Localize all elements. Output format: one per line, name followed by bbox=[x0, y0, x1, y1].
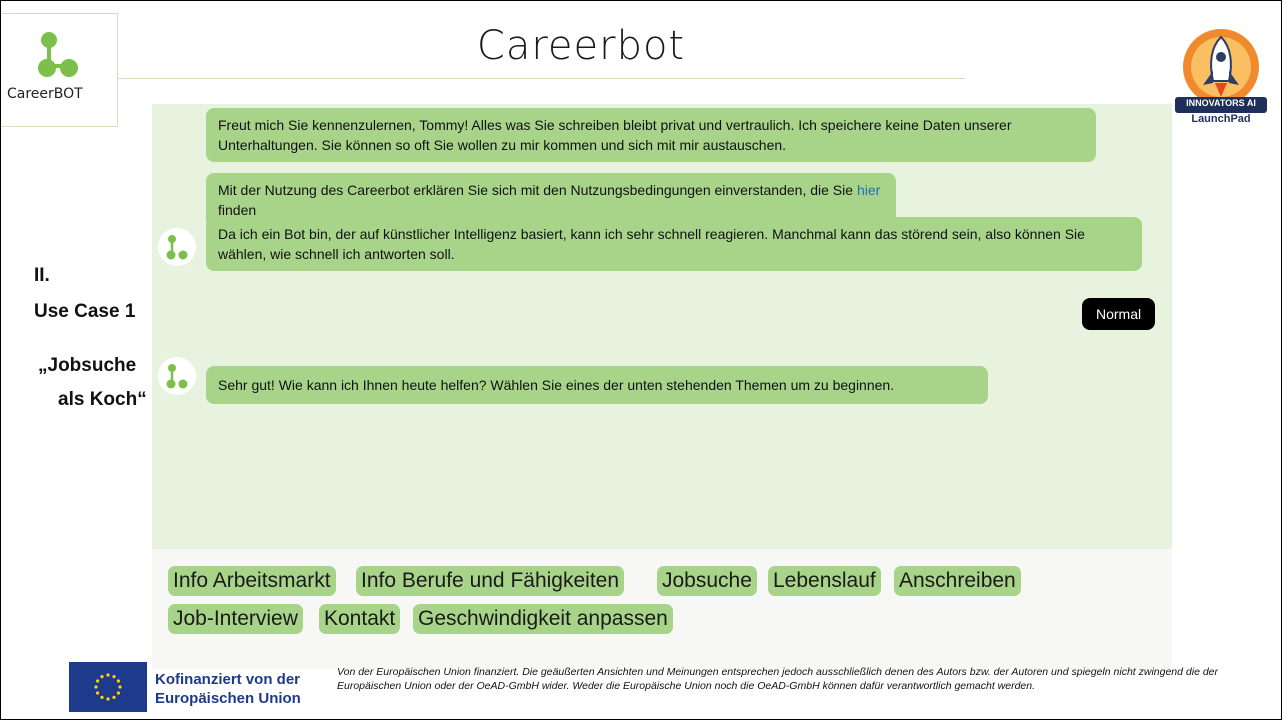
topic-button-job-interview[interactable]: Job-Interview bbox=[168, 604, 303, 634]
careerbot-molecule-icon bbox=[166, 235, 188, 260]
eu-funding-line-2: Europäischen Union bbox=[155, 690, 301, 707]
topic-button-jobsuche[interactable]: Jobsuche bbox=[657, 566, 757, 596]
topic-button-kontakt[interactable]: Kontakt bbox=[319, 604, 401, 634]
use-case-label: Use Case 1 bbox=[34, 301, 136, 322]
eu-disclaimer: Von der Europäischen Union finanziert. D… bbox=[337, 666, 1219, 692]
bot-message-text: finden bbox=[218, 202, 257, 218]
bot-message: Sehr gut! Wie kann ich Ihnen heute helfe… bbox=[206, 366, 988, 404]
user-reply-bubble: Normal bbox=[1082, 298, 1156, 330]
badge-title: INNOVATORS AI bbox=[1186, 98, 1256, 108]
innovators-ai-badge: INNOVATORS AI LaunchPad bbox=[1175, 25, 1267, 129]
topic-button-info-arbeitsmarkt[interactable]: Info Arbeitsmarkt bbox=[168, 566, 336, 596]
terms-link[interactable]: hier bbox=[857, 182, 880, 198]
careerbot-logo: CareerBOT bbox=[1, 13, 118, 127]
bot-message: Freut mich Sie kennenzulernen, Tommy! Al… bbox=[206, 108, 1096, 162]
bot-avatar bbox=[158, 228, 196, 266]
badge-subtitle: LaunchPad bbox=[1191, 113, 1251, 125]
careerbot-molecule-icon bbox=[38, 32, 78, 77]
bot-message-text: Da ich ein Bot bin, der auf künstlicher … bbox=[218, 226, 1085, 262]
page-title: Careerbot bbox=[476, 23, 686, 69]
chat-area[interactable]: Freut mich Sie kennenzulernen, Tommy! Al… bbox=[152, 104, 1172, 549]
topic-button-info-berufe[interactable]: Info Berufe und Fähigkeiten bbox=[356, 566, 625, 596]
bot-message-text: Sehr gut! Wie kann ich Ihnen heute helfe… bbox=[218, 377, 895, 393]
bot-message-text: Freut mich Sie kennenzulernen, Tommy! Al… bbox=[218, 117, 1012, 153]
bot-avatar bbox=[158, 357, 196, 395]
careerbot-molecule-icon bbox=[166, 364, 188, 389]
title-divider bbox=[117, 78, 965, 79]
topic-button-lebenslauf[interactable]: Lebenslauf bbox=[768, 566, 881, 596]
bot-message-text: Mit der Nutzung des Careerbot erklären S… bbox=[218, 182, 857, 198]
section-number: II. bbox=[34, 265, 50, 286]
bot-message: Da ich ein Bot bin, der auf künstlicher … bbox=[206, 217, 1142, 271]
eu-funding-line-1: Kofinanziert von der bbox=[155, 671, 301, 688]
quote-line-1: „Jobsuche bbox=[38, 355, 137, 376]
slide: CareerBOT Careerbot INNOVATORS AI Launch… bbox=[0, 0, 1282, 720]
careerbot-logo-text: CareerBOT bbox=[7, 86, 83, 102]
topic-button-geschwindigkeit[interactable]: Geschwindigkeit anpassen bbox=[413, 604, 673, 634]
eu-flag-icon bbox=[69, 662, 147, 712]
eu-funding-label: Kofinanziert von der Europäischen Union bbox=[155, 670, 301, 708]
quote-line-2: als Koch“ bbox=[58, 389, 147, 410]
topic-button-area: Info Arbeitsmarkt Info Berufe und Fähigk… bbox=[152, 549, 1172, 669]
topic-button-anschreiben[interactable]: Anschreiben bbox=[894, 566, 1021, 596]
